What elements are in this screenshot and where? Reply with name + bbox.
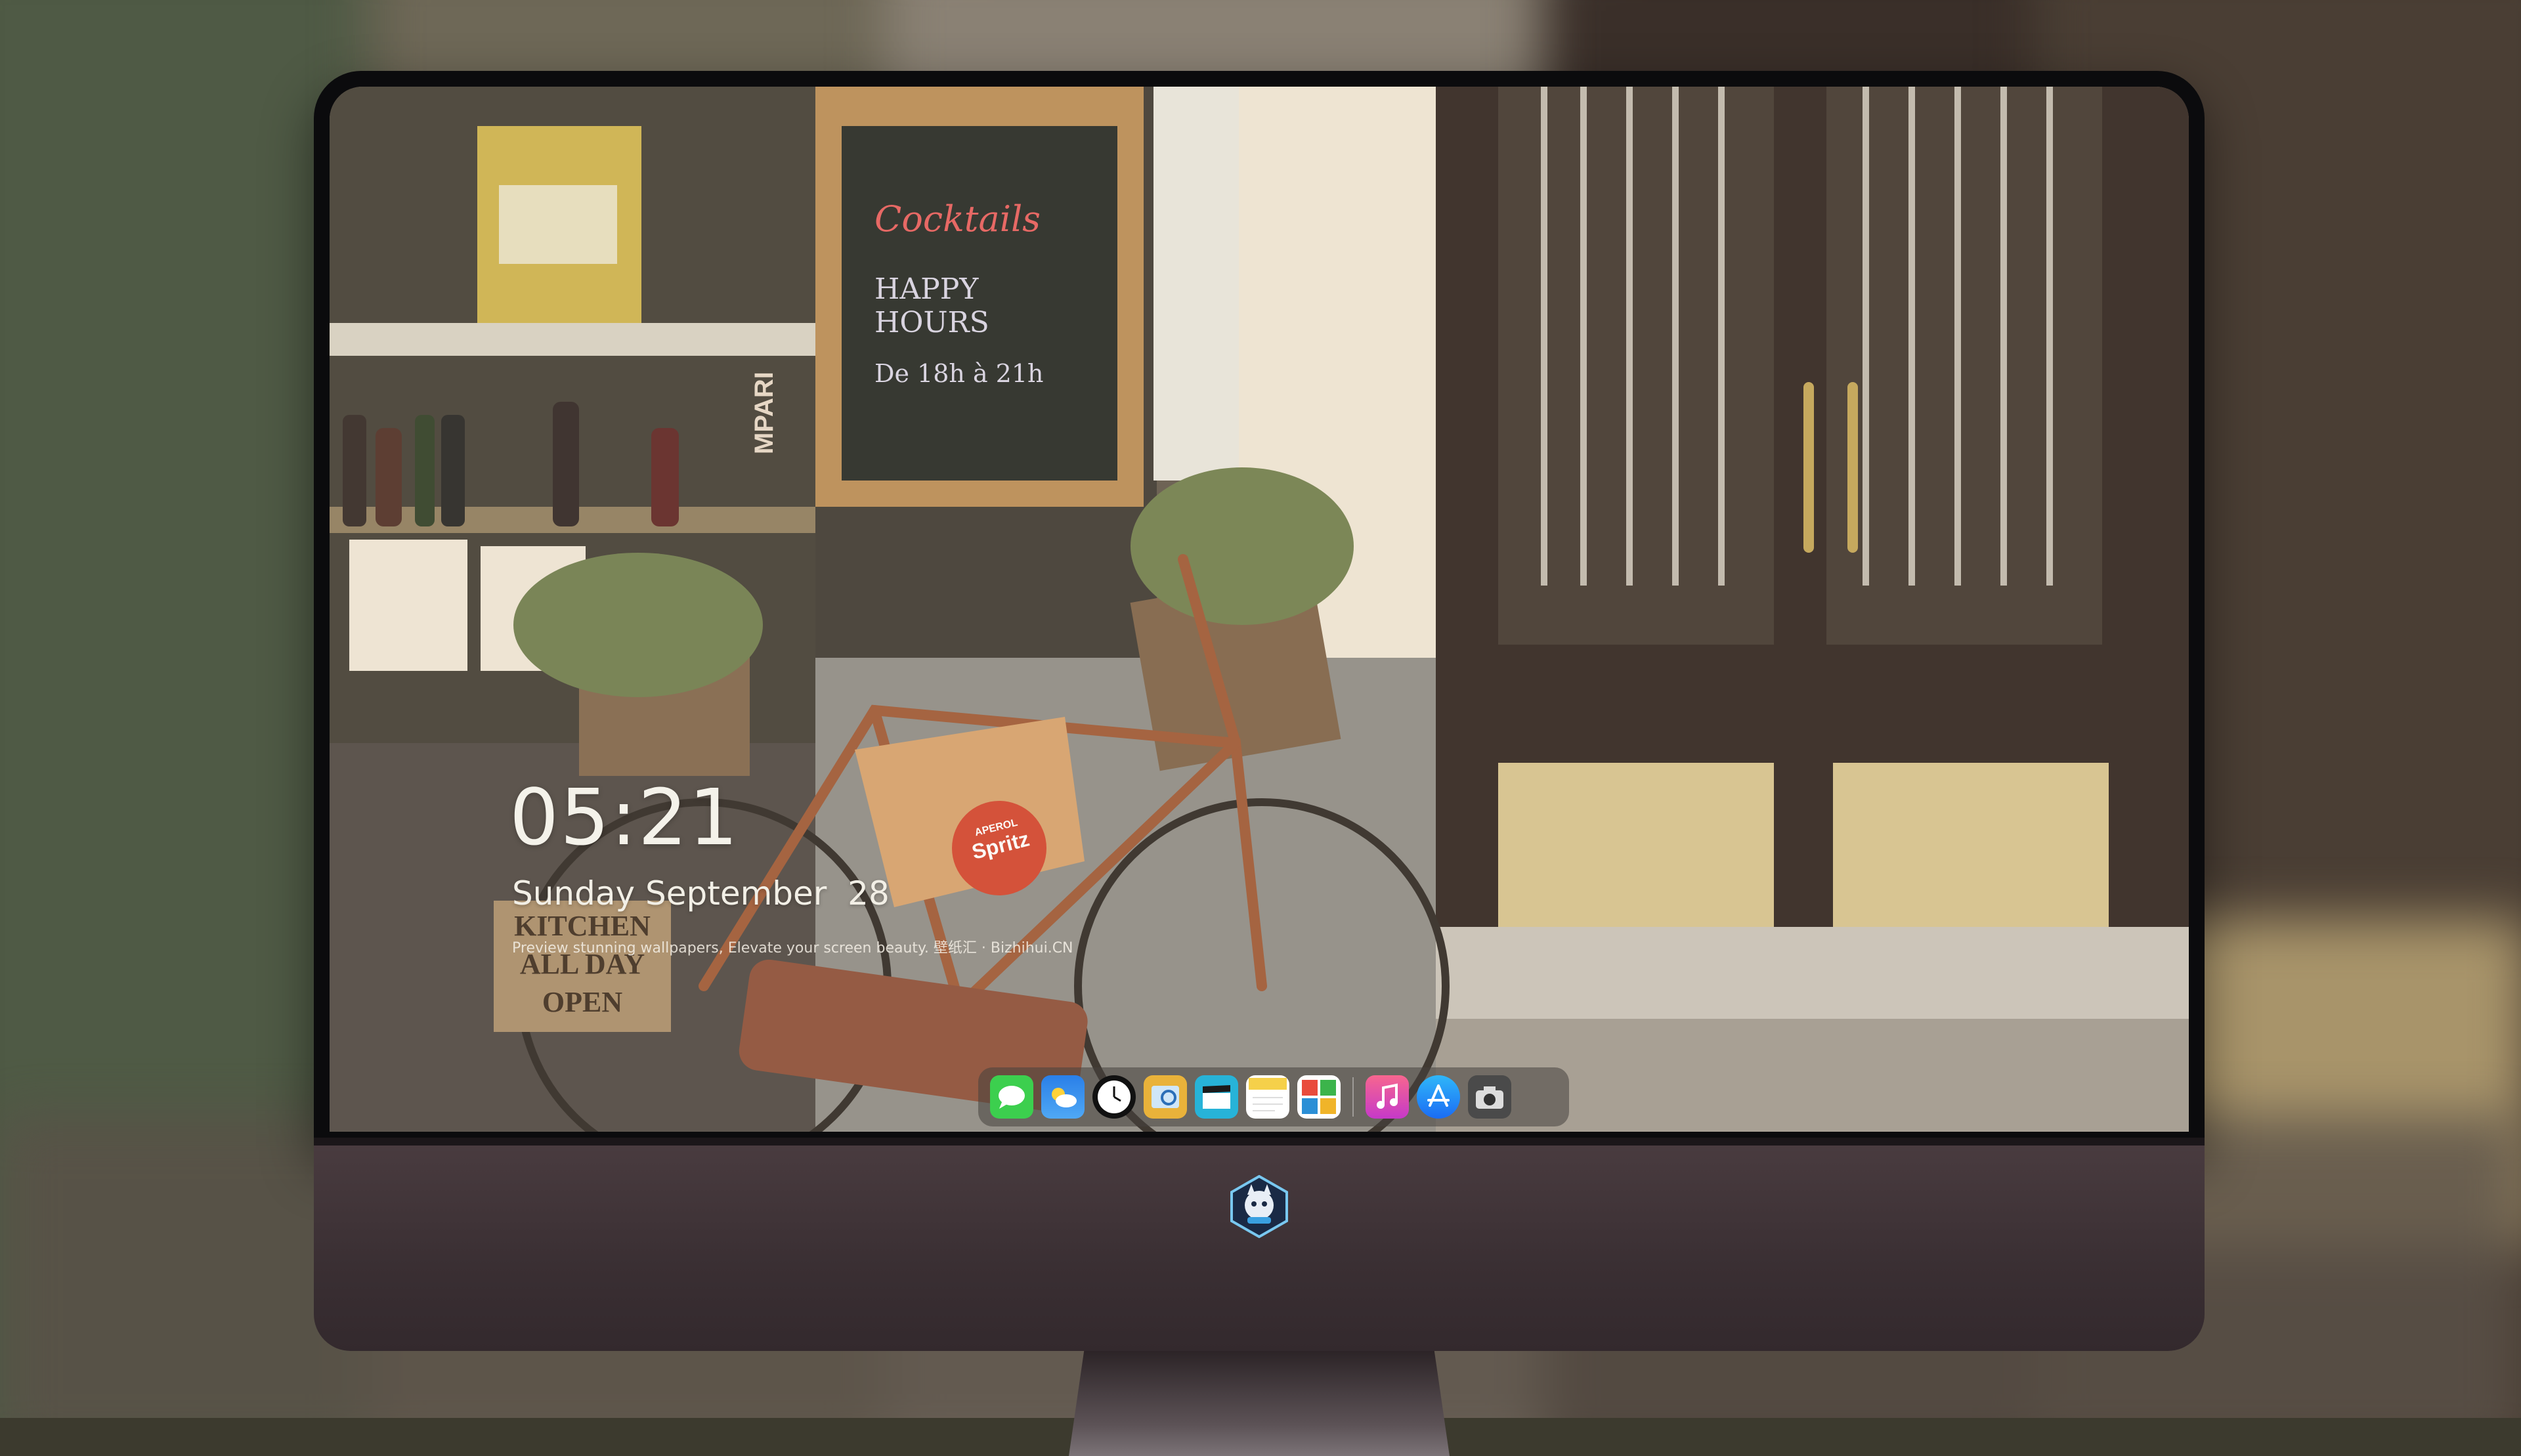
messages-icon[interactable] — [990, 1075, 1033, 1119]
dock — [978, 1067, 1569, 1126]
lock-screen-tagline: Preview stunning wallpapers, Elevate you… — [512, 940, 1073, 956]
dock-separator — [1352, 1077, 1354, 1117]
notes-icon[interactable] — [1246, 1075, 1289, 1119]
preview-icon[interactable] — [1144, 1075, 1187, 1119]
lock-screen-time: 05:21 — [509, 772, 740, 863]
wallpaper-tint — [330, 87, 2189, 1132]
weather-icon[interactable] — [1041, 1075, 1085, 1119]
imac-monitor: Cocktails HAPPY HOURS De 18h à 21h MPARI… — [314, 71, 2205, 1456]
screen: Cocktails HAPPY HOURS De 18h à 21h MPARI… — [330, 87, 2189, 1132]
monitor-stand — [1069, 1351, 1450, 1456]
lock-screen-date: Sunday September 28 — [512, 874, 890, 912]
clock-icon[interactable] — [1092, 1075, 1136, 1119]
photo-booth-icon[interactable] — [1297, 1075, 1341, 1119]
mascot-logo-icon — [1230, 1175, 1288, 1238]
app-store-icon[interactable] — [1417, 1075, 1460, 1119]
monitor-chin — [314, 1138, 2205, 1351]
music-icon[interactable] — [1366, 1075, 1409, 1119]
claquette-icon[interactable] — [1195, 1075, 1238, 1119]
camera-icon[interactable] — [1468, 1075, 1511, 1119]
